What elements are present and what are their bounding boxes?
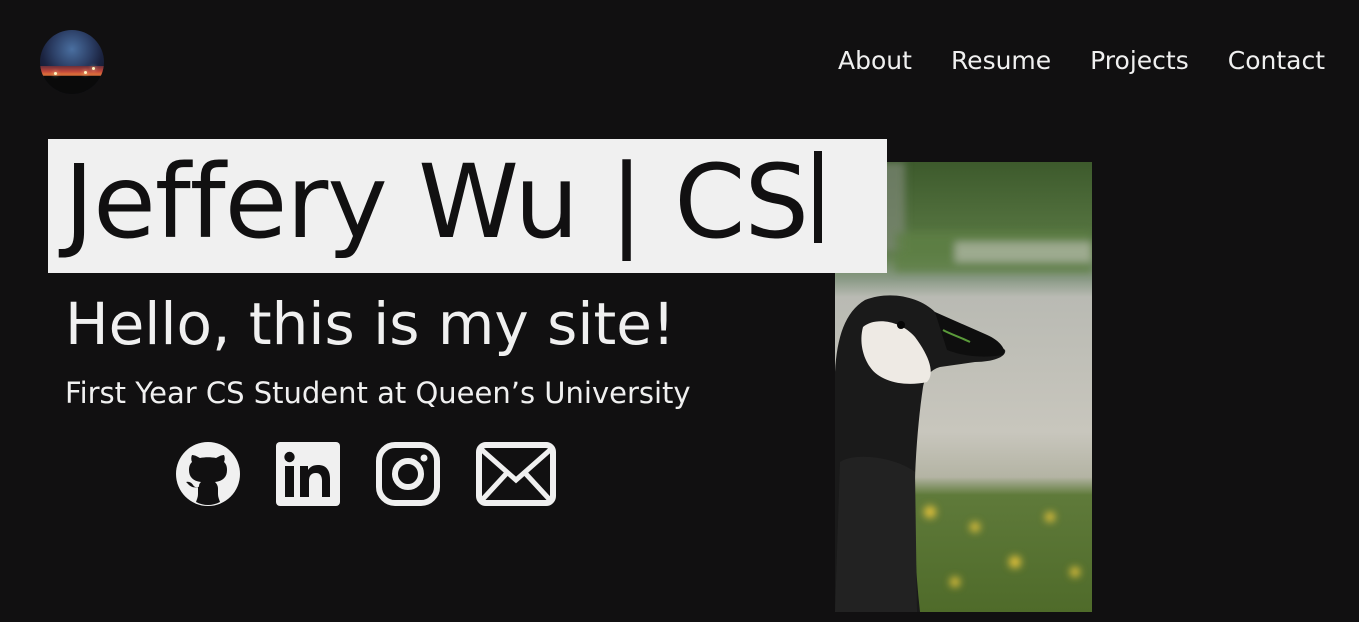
email-icon — [476, 442, 556, 506]
typing-cursor — [814, 151, 823, 243]
avatar[interactable] — [40, 30, 104, 94]
nav-resume-link[interactable]: Resume — [951, 44, 1051, 78]
greeting: Hello, this is my site! — [65, 290, 676, 358]
title-banner: Jeffery Wu | CS — [48, 139, 887, 273]
nav-contact-link[interactable]: Contact — [1228, 44, 1325, 78]
nav-projects-link[interactable]: Projects — [1090, 44, 1189, 78]
social-links — [176, 442, 556, 506]
github-link[interactable] — [176, 442, 240, 506]
page-title: Jeffery Wu | CS — [64, 143, 809, 262]
instagram-icon — [376, 442, 440, 506]
subtitle: First Year CS Student at Queen’s Univers… — [65, 376, 691, 410]
linkedin-link[interactable] — [276, 442, 340, 506]
linkedin-icon — [276, 442, 340, 506]
title-text-container: Jeffery Wu | CS — [64, 143, 823, 263]
main-nav: About Resume Projects Contact — [838, 44, 1325, 78]
nav-about-link[interactable]: About — [838, 44, 912, 78]
instagram-link[interactable] — [376, 442, 440, 506]
email-link[interactable] — [476, 442, 556, 506]
github-icon — [176, 442, 240, 506]
